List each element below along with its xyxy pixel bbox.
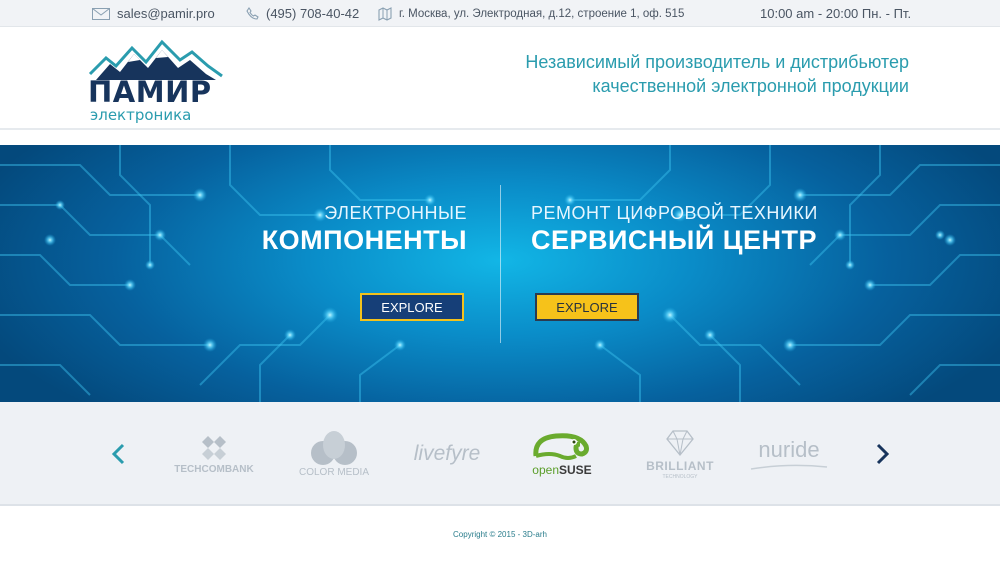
email-text[interactable]: sales@pamir.pro: [117, 6, 215, 21]
partner-name: BRILLIANT: [646, 458, 714, 473]
phone-contact[interactable]: (495) 708-40-42: [246, 0, 359, 27]
partner-name: nuride: [758, 437, 820, 462]
partner-techcombank[interactable]: TECHCOMBANK: [168, 422, 260, 486]
tagline-line-2: качественной электронной продукции: [592, 76, 909, 96]
opensuse-chameleon-icon: [533, 432, 589, 460]
copyright-text: Copyright © 2015 - 3D-arh: [453, 530, 547, 539]
diamond-icon: [666, 429, 694, 456]
service-explore-button[interactable]: EXPLORE: [535, 293, 639, 321]
partner-livefyre[interactable]: livefyre: [402, 422, 492, 486]
techcombank-logo-icon: [202, 435, 226, 460]
swoosh-icon: [750, 464, 828, 470]
partner-brilliant[interactable]: BRILLIANT TECHNOLOGY: [640, 422, 720, 486]
hero-banner: ЭЛЕКТРОННЫЕ КОМПОНЕНТЫ РЕМОНТ ЦИФРОВОЙ Т…: [0, 145, 1000, 402]
partner-nuride[interactable]: nuride: [746, 422, 832, 486]
partner-subname: TECHNOLOGY: [662, 473, 698, 480]
site-footer: Copyright © 2015 - 3D-arh: [0, 508, 1000, 564]
carousel-prev-button[interactable]: [106, 440, 130, 468]
tagline-line-1: Независимый производитель и дистрибьютер: [525, 52, 909, 72]
components-explore-button[interactable]: EXPLORE: [360, 293, 464, 321]
carousel-next-button[interactable]: [871, 440, 895, 468]
hero-right-title: СЕРВИСНЫЙ ЦЕНТР: [531, 225, 817, 255]
map-icon: [378, 6, 392, 21]
partner-name: TECHCOMBANK: [174, 463, 254, 475]
partner-color-media[interactable]: COLOR MEDIA: [296, 422, 372, 486]
partner-name: openSUSE: [532, 462, 592, 477]
phone-text[interactable]: (495) 708-40-42: [266, 6, 359, 21]
chevron-right-icon: [876, 443, 890, 465]
partner-opensuse[interactable]: openSUSE: [524, 422, 600, 486]
hero-divider: [500, 185, 501, 343]
top-contact-bar: sales@pamir.pro (495) 708-40-42 г. Москв…: [0, 0, 1000, 27]
phone-icon: [246, 7, 259, 20]
hours-text: 10:00 am - 20:00 Пн. - Пт.: [760, 6, 912, 21]
site-logo[interactable]: ПАМИР электроника: [88, 36, 228, 124]
logo-title: ПАМИР: [88, 75, 212, 109]
partner-name: livefyre: [413, 442, 481, 465]
hero-left-title: КОМПОНЕНТЫ: [261, 225, 467, 255]
color-media-logo-icon: [311, 430, 357, 465]
hero-right-subtitle: РЕМОНТ ЦИФРОВОЙ ТЕХНИКИ: [531, 203, 818, 223]
site-header: ПАМИР электроника Независимый производит…: [0, 28, 1000, 130]
working-hours: 10:00 am - 20:00 Пн. - Пт.: [760, 0, 911, 27]
email-contact[interactable]: sales@pamir.pro: [92, 0, 215, 27]
partner-name: COLOR MEDIA: [298, 466, 369, 478]
address-contact: г. Москва, ул. Электродная, д.12, строен…: [378, 0, 684, 27]
address-text: г. Москва, ул. Электродная, д.12, строен…: [399, 7, 685, 20]
header-tagline: Независимый производитель и дистрибьютер…: [525, 50, 909, 98]
chevron-left-icon: [111, 443, 125, 465]
hero-left-subtitle: ЭЛЕКТРОННЫЕ: [324, 203, 467, 223]
logo-subtitle: электроника: [90, 106, 192, 124]
partners-carousel: TECHCOMBANK COLOR MEDIA livefyre openSUS…: [0, 402, 1000, 506]
envelope-icon: [92, 7, 110, 20]
